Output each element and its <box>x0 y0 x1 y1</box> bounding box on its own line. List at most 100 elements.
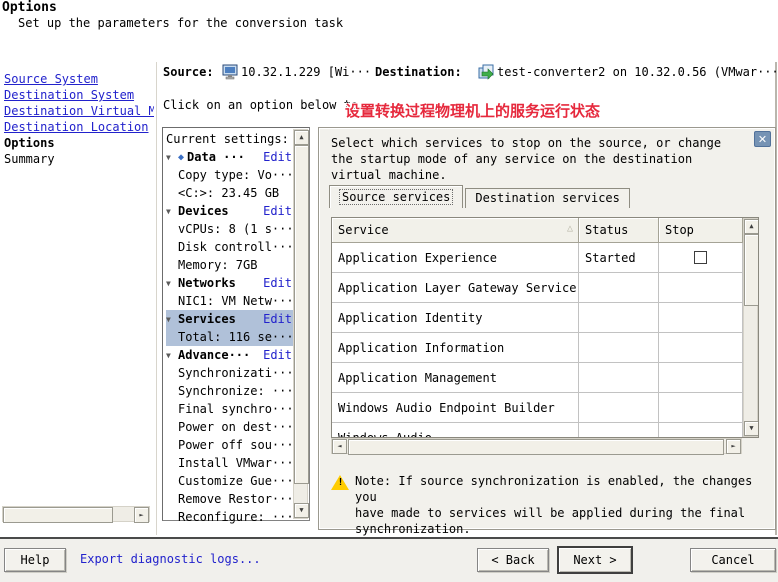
settings-tree-row[interactable]: Customize Gue··· <box>166 472 294 490</box>
settings-tree-row[interactable]: NIC1: VM Netw··· <box>166 292 294 310</box>
tree-row-label: NIC1: VM Netw··· <box>178 294 292 308</box>
scrollbar-thumb[interactable] <box>294 145 309 484</box>
collapse-arrow-icon[interactable]: ▼ <box>166 351 178 360</box>
column-header-stop[interactable]: Stop <box>659 218 743 243</box>
services-panel: ✕ Select which services to stop on the s… <box>318 127 776 530</box>
services-tab[interactable]: Source services <box>329 185 463 208</box>
close-icon[interactable]: ✕ <box>754 131 771 147</box>
settings-tree-row[interactable]: Disk controll··· <box>166 238 294 256</box>
collapse-arrow-icon[interactable]: ▼ <box>166 315 178 324</box>
service-name-cell: Application Experience <box>332 243 579 272</box>
sidebar-divider <box>156 62 158 535</box>
export-diagnostic-logs-link[interactable]: Export diagnostic logs... <box>80 552 261 566</box>
settings-tree-row[interactable]: Power on dest··· <box>166 418 294 436</box>
column-header-service[interactable]: Service △ <box>332 218 579 243</box>
service-stop-cell <box>659 393 743 422</box>
back-button[interactable]: < Back <box>477 548 549 572</box>
service-table-row[interactable]: Application Layer Gateway Service <box>332 273 743 303</box>
services-tab-label: Destination services <box>475 191 620 205</box>
scroll-up-button[interactable]: ▲ <box>294 130 309 145</box>
table-vertical-scrollbar[interactable]: ▲ ▼ <box>743 218 758 437</box>
scroll-down-button[interactable]: ▼ <box>744 421 759 436</box>
scroll-right-button[interactable]: ► <box>726 439 741 454</box>
stop-checkbox[interactable] <box>694 251 707 264</box>
sidebar-horizontal-scrollbar[interactable]: ► <box>2 506 150 522</box>
service-table-row[interactable]: Application Management <box>332 363 743 393</box>
settings-tree-row[interactable]: Total: 116 se··· <box>166 328 294 346</box>
sidebar-wizard-step[interactable]: Source System <box>4 71 154 87</box>
settings-tree-row[interactable]: Power off sou··· <box>166 436 294 454</box>
settings-tree-row[interactable]: Synchronizati··· <box>166 364 294 382</box>
sidebar-wizard-step[interactable]: Destination Virtual M <box>4 103 154 119</box>
service-table-row[interactable]: Windows Audio Endpoint Builder <box>332 393 743 423</box>
settings-tree-row[interactable]: ▼ ◆ Data ··· Edit <box>166 148 294 166</box>
service-name-cell: Windows Audio Endpoint Builder <box>332 393 579 422</box>
scroll-up-button[interactable]: ▲ <box>744 219 759 234</box>
collapse-arrow-icon[interactable]: ▼ <box>166 153 178 162</box>
footer-bar: Help Export diagnostic logs... < Back Ne… <box>0 539 778 582</box>
settings-tree-row[interactable]: Current settings: <box>166 130 294 148</box>
settings-tree-row[interactable]: ▼ Networks Edit <box>166 274 294 292</box>
sidebar-wizard-step[interactable]: Options <box>4 135 154 151</box>
scrollbar-thumb[interactable] <box>744 234 759 306</box>
service-status-cell <box>579 423 659 438</box>
sidebar-wizard-step[interactable]: Destination System <box>4 87 154 103</box>
edit-link[interactable]: Edit <box>263 150 294 164</box>
tree-row-label: <C:>: 23.45 GB <box>178 186 279 200</box>
edit-link[interactable]: Edit <box>263 276 294 290</box>
edit-link[interactable]: Edit <box>263 348 294 362</box>
edit-link[interactable]: Edit <box>263 312 294 326</box>
settings-tree-row[interactable]: Memory: 7GB <box>166 256 294 274</box>
settings-tree-row[interactable]: vCPUs: 8 (1 s··· <box>166 220 294 238</box>
red-annotation-text: 设置转换过程物理机上的服务运行状态 <box>345 100 600 121</box>
source-computer-icon <box>222 64 239 83</box>
scroll-down-button[interactable]: ▼ <box>294 503 309 518</box>
collapse-arrow-icon[interactable]: ▼ <box>166 279 178 288</box>
next-button[interactable]: Next > <box>558 547 632 573</box>
settings-tree-row[interactable]: Synchronize: ··· <box>166 382 294 400</box>
scrollbar-thumb[interactable] <box>3 507 113 523</box>
tree-row-label: Final synchro··· <box>178 402 292 416</box>
column-header-status[interactable]: Status <box>579 218 659 243</box>
column-header-label: Stop <box>665 223 694 237</box>
settings-tree-row[interactable]: Reconfigure: ··· <box>166 508 294 526</box>
settings-tree: Current settings: ▼ ◆ Data ··· Edit Copy… <box>166 130 294 526</box>
service-table-row[interactable]: Application Experience Started <box>332 243 743 273</box>
tree-row-label: Power off sou··· <box>178 438 292 452</box>
service-stop-cell <box>659 303 743 332</box>
converter-wizard-window: { "header": { "title": "Options", "subti… <box>0 0 778 582</box>
settings-tree-row[interactable]: ▼ Services Edit <box>166 310 294 328</box>
tree-vertical-scrollbar[interactable]: ▲ ▼ <box>293 129 308 519</box>
settings-tree-row[interactable]: Final synchro··· <box>166 400 294 418</box>
service-table-row[interactable]: Application Identity <box>332 303 743 333</box>
service-name-cell: Application Identity <box>332 303 579 332</box>
tree-row-label: Services <box>178 312 236 326</box>
destination-vm-icon <box>478 64 495 83</box>
current-settings-panel: Current settings: ▼ ◆ Data ··· Edit Copy… <box>162 127 310 521</box>
scrollbar-thumb[interactable] <box>348 439 724 455</box>
source-value: 10.32.1.229 [Wi··· <box>241 65 371 79</box>
settings-tree-row[interactable]: Copy type: Vo··· <box>166 166 294 184</box>
settings-tree-row[interactable]: ▼ Devices Edit <box>166 202 294 220</box>
sidebar-wizard-step[interactable]: Destination Location <box>4 119 154 135</box>
scroll-right-button[interactable]: ► <box>134 507 149 523</box>
sidebar-wizard-step[interactable]: Summary <box>4 151 154 167</box>
table-horizontal-scrollbar[interactable]: ◄ ► <box>331 438 742 454</box>
page-title: Options <box>2 0 57 15</box>
settings-tree-row[interactable]: Install VMwar··· <box>166 454 294 472</box>
service-table-row[interactable]: Application Information <box>332 333 743 363</box>
edit-link[interactable]: Edit <box>263 204 294 218</box>
service-status-cell <box>579 333 659 362</box>
services-tab[interactable]: Destination services <box>465 188 630 208</box>
service-table-row[interactable]: Windows Audio <box>332 423 743 438</box>
tree-row-label: Devices <box>178 204 229 218</box>
scroll-left-button[interactable]: ◄ <box>332 439 347 454</box>
settings-tree-row[interactable]: ▼ Advance··· Edit <box>166 346 294 364</box>
cancel-button[interactable]: Cancel <box>690 548 776 572</box>
collapse-arrow-icon[interactable]: ▼ <box>166 207 178 216</box>
settings-tree-row[interactable]: Remove Restor··· <box>166 490 294 508</box>
help-button[interactable]: Help <box>4 548 66 572</box>
page-subtitle: Set up the parameters for the conversion… <box>18 16 343 30</box>
settings-tree-row[interactable]: <C:>: 23.45 GB <box>166 184 294 202</box>
service-status-cell <box>579 393 659 422</box>
